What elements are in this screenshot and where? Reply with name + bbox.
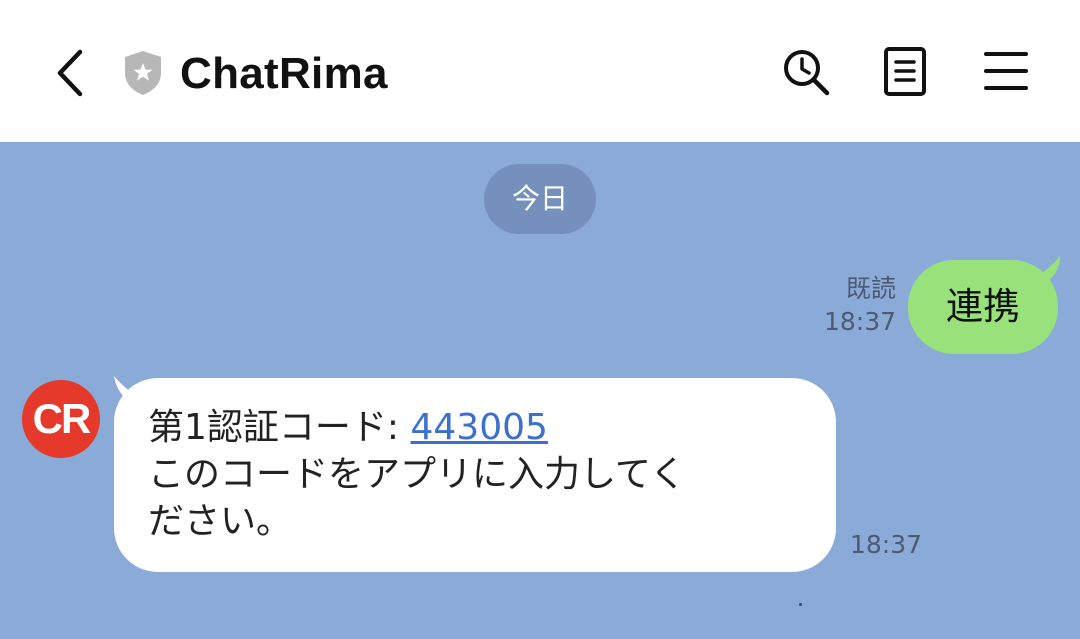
hamburger-menu-icon: [984, 52, 1028, 90]
message-line-1: 第1認証コード: 443005: [148, 404, 806, 451]
message-line-2: このコードをアプリに入力してく: [148, 454, 686, 495]
speck: [799, 603, 802, 606]
incoming-time: 18:37: [850, 530, 923, 559]
date-separator: 今日: [484, 164, 596, 234]
chat-title: ChatRima: [180, 49, 388, 98]
search-button[interactable]: [780, 46, 832, 98]
message-line-3: ださい。: [148, 501, 293, 542]
back-button[interactable]: [52, 46, 92, 100]
incoming-message-bubble[interactable]: 第1認証コード: 443005 このコードをアプリに入力してく ださい。: [114, 378, 836, 572]
shield-star-icon: [125, 51, 161, 95]
chat-area[interactable]: 今日 既読 18:37 連携 CR 第1認証コード: 443005 このコードを…: [0, 142, 1080, 639]
read-receipt: 既読: [845, 274, 896, 303]
menu-button[interactable]: [980, 46, 1032, 98]
chat-header: ChatRima: [0, 0, 1080, 142]
chevron-left-icon: [57, 49, 83, 97]
outgoing-message-bubble[interactable]: 連携: [908, 260, 1058, 354]
avatar[interactable]: CR: [22, 380, 100, 458]
notes-button[interactable]: [880, 46, 932, 98]
code-label: 第1認証コード:: [148, 407, 411, 448]
notes-icon: [884, 47, 926, 96]
auth-code-link[interactable]: 443005: [410, 407, 547, 448]
search-history-icon: [784, 50, 830, 96]
outgoing-meta: 既読 18:37: [800, 272, 896, 338]
outgoing-time: 18:37: [823, 307, 896, 336]
